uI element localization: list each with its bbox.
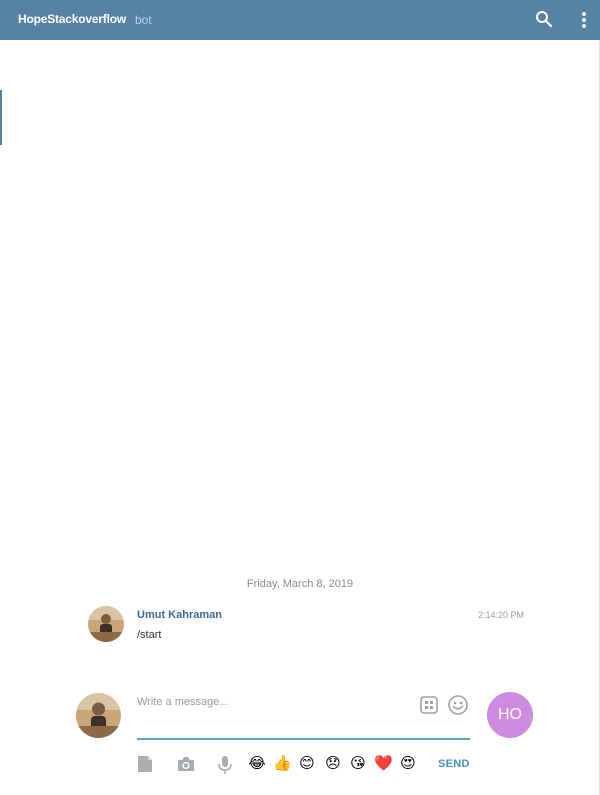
document-icon[interactable]	[137, 755, 153, 778]
emoji-joy[interactable]: 😂	[248, 754, 266, 772]
date-separator: Friday, March 8, 2019	[246, 578, 354, 590]
more-vertical-icon[interactable]	[580, 10, 588, 35]
emoji-heart-eyes[interactable]: 😍	[399, 754, 417, 772]
message-input[interactable]	[137, 690, 407, 714]
message-author[interactable]: Umut Kahraman	[137, 609, 222, 621]
emoji-smile[interactable]: 😊	[298, 754, 316, 772]
emoji-thumbs-up[interactable]: 👍	[273, 754, 292, 772]
input-underline	[137, 738, 470, 740]
search-icon[interactable]	[535, 10, 553, 33]
message-time: 2:14:20 PM	[478, 610, 525, 620]
chat-subtitle: bot	[135, 13, 152, 27]
message-text: /start	[137, 629, 162, 641]
emoji-heart[interactable]: ❤️	[374, 754, 393, 772]
scroll-indicator[interactable]	[0, 90, 2, 145]
camera-icon[interactable]	[176, 755, 196, 778]
smile-icon[interactable]	[447, 694, 469, 721]
emoji-kiss[interactable]: 😘	[349, 754, 367, 772]
commands-icon[interactable]	[419, 695, 439, 720]
peer-avatar[interactable]: HO	[487, 692, 533, 738]
emoji-disappointed[interactable]: 😞	[324, 754, 342, 772]
my-avatar[interactable]	[76, 693, 121, 738]
send-button[interactable]: SEND	[438, 758, 470, 770]
microphone-icon[interactable]	[217, 755, 233, 780]
chat-title[interactable]: HopeStackoverflow	[18, 12, 126, 26]
chat-header: HopeStackoverflow bot	[0, 0, 600, 40]
avatar[interactable]	[88, 606, 124, 642]
